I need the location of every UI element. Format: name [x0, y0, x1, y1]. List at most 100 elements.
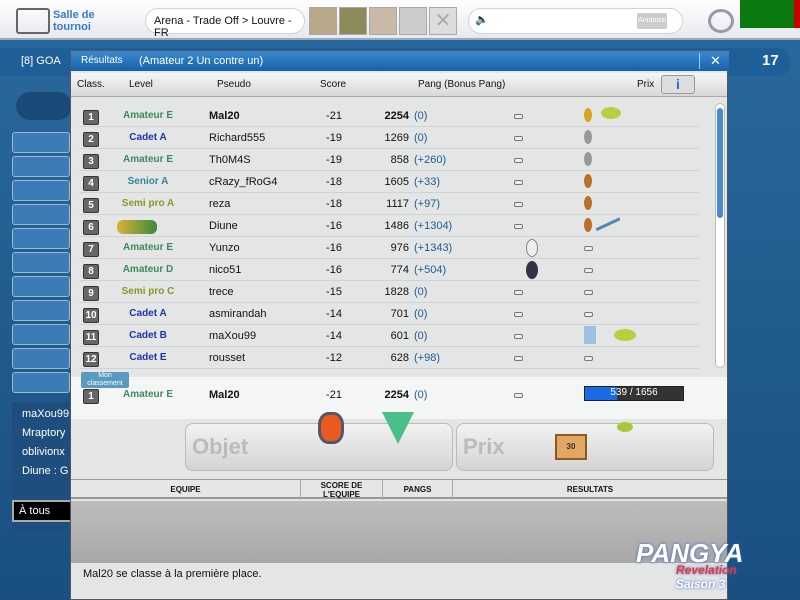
col-prix: Prix [637, 79, 655, 90]
speaker-icon: 🔈 [475, 14, 489, 26]
dialog-title: Résultats [81, 55, 123, 66]
announce-field[interactable]: 🔈 Annonce [468, 8, 683, 34]
ball-icon [617, 422, 633, 432]
pseudo: Mal20 [209, 110, 240, 122]
pseudo: cRazy_fRoG4 [209, 176, 278, 188]
chat-channel-select[interactable]: À tous [12, 500, 72, 522]
player-slot[interactable] [12, 252, 70, 273]
col-pseudo: Pseudo [217, 79, 251, 90]
scrollbar[interactable] [715, 103, 725, 368]
result-row[interactable]: 3 Amateur E Th0M4S -19 858 (+260) [79, 149, 699, 171]
col-pangs: PANGS [383, 480, 453, 500]
level-label: Cadet B [129, 330, 167, 341]
result-row[interactable]: 7 Amateur E Yunzo -16 976 (+1343) [79, 237, 699, 259]
result-row[interactable]: 10 Cadet Aasmirandah -14 701 (0) [79, 303, 699, 325]
player-slot[interactable] [12, 204, 70, 225]
result-message: Mal20 se classe à la première place. [83, 568, 262, 580]
player-slot[interactable] [12, 228, 70, 249]
toggle-oval[interactable] [16, 92, 72, 120]
tournament-lobby-icon[interactable] [16, 8, 50, 34]
pang: 701 [390, 308, 409, 320]
pseudo: Yunzo [209, 242, 240, 254]
bonus-pang: (0) [414, 308, 428, 320]
level-label: Amateur E [122, 242, 173, 253]
pang: 1828 [384, 286, 409, 298]
level-label: Semi pro C [121, 286, 175, 297]
pang: 858 [390, 154, 409, 166]
player-avatar-3[interactable] [369, 7, 397, 35]
player-slot[interactable] [12, 372, 70, 393]
mascot-icon [526, 239, 538, 257]
scroll-thumb[interactable] [717, 108, 723, 218]
result-row[interactable]: 6 Diune -16 1486 (+1304) [79, 212, 699, 237]
result-row[interactable]: 1 Amateur E Mal20 -21 2254 (0) [79, 105, 699, 127]
level-label: Cadet A [129, 308, 167, 319]
rank-badge: 6 [83, 220, 99, 235]
col-level: Level [129, 79, 153, 90]
rank-badge: 8 [83, 264, 99, 279]
level-label: Semi pro A [121, 198, 175, 209]
empty-icon [514, 290, 523, 295]
rank-badge: 1 [83, 389, 99, 404]
rank-badge: 2 [83, 132, 99, 147]
lobby-label[interactable]: Salle de tournoi [53, 9, 95, 33]
result-row[interactable]: 2 Cadet A Richard555 -19 1269 (0) [79, 127, 699, 149]
objet-button[interactable]: Objet [185, 412, 453, 471]
pang: 601 [390, 330, 409, 342]
pang: 774 [390, 264, 409, 276]
player-slot[interactable] [12, 132, 70, 153]
player-avatar-2[interactable] [339, 7, 367, 35]
empty-slot[interactable] [399, 7, 427, 35]
pang: 1269 [384, 132, 409, 144]
player-slot[interactable] [12, 348, 70, 369]
location-field: Arena - Trade Off > Louvre - FR [145, 8, 305, 39]
room-info: [8] GOA [21, 55, 61, 67]
info-button[interactable]: i [661, 75, 695, 94]
medal-icon [584, 130, 592, 144]
close-icon[interactable]: ✕ [699, 53, 721, 69]
announce-button[interactable]: Annonce [637, 13, 667, 29]
close-slot-icon[interactable]: ✕ [429, 7, 457, 35]
spiral-icon[interactable] [708, 9, 734, 33]
medal-icon [584, 196, 592, 210]
chat-line: oblivionx [22, 446, 65, 458]
level-label: Amateur E [122, 389, 173, 400]
bonus-pang: (+260) [414, 154, 447, 166]
player-slot[interactable] [12, 156, 70, 177]
result-row[interactable]: 12 Cadet Erousset -12 628 (+98) [79, 347, 699, 369]
rank-badge: 9 [83, 286, 99, 301]
rank-badge: 3 [83, 154, 99, 169]
player-slot[interactable] [12, 276, 70, 297]
bonus-pang: (+1304) [414, 220, 453, 232]
team-table-header: EQUIPE SCORE DE L'EQUIPE PANGS RESULTATS [71, 479, 727, 500]
player-slot[interactable] [12, 180, 70, 201]
bonus-pang: (0) [414, 389, 428, 401]
ball-icon [614, 329, 636, 341]
empty-icon [584, 356, 593, 361]
empty-icon [514, 312, 523, 317]
green-potion-icon [382, 412, 414, 444]
chat-line: Diune : G [22, 465, 69, 477]
rank-badge: 5 [83, 198, 99, 213]
pseudo: Diune [209, 220, 238, 232]
empty-icon [584, 246, 593, 251]
result-row[interactable]: 5 Semi pro Areza -18 1117 (+97) [79, 193, 699, 215]
level-label: Amateur D [122, 264, 174, 275]
result-row[interactable]: 4 Senior AcRazy_fRoG4 -18 1605 (+33) [79, 171, 699, 193]
col-team-score: SCORE DE L'EQUIPE [301, 480, 383, 500]
bonus-pang: (0) [414, 132, 428, 144]
empty-icon [514, 356, 523, 361]
result-row[interactable]: 8 Amateur Dnico51 -16 774 (+504) [79, 259, 699, 281]
bonus-pang: (+33) [414, 176, 440, 188]
rank-badge: 12 [83, 352, 99, 367]
bonus-pang: (0) [414, 330, 428, 342]
result-row[interactable]: 9 Semi pro Ctrece -15 1828 (0) [79, 281, 699, 303]
prix-button[interactable]: Prix 30 [456, 422, 714, 471]
empty-icon [514, 334, 523, 339]
empty-icon [584, 268, 593, 273]
result-row[interactable]: 11 Cadet BmaXou99 -14 601 (0) [79, 325, 699, 347]
player-avatar-1[interactable] [309, 7, 337, 35]
level-label: Cadet A [129, 132, 167, 143]
player-slot[interactable] [12, 300, 70, 321]
player-slot[interactable] [12, 324, 70, 345]
